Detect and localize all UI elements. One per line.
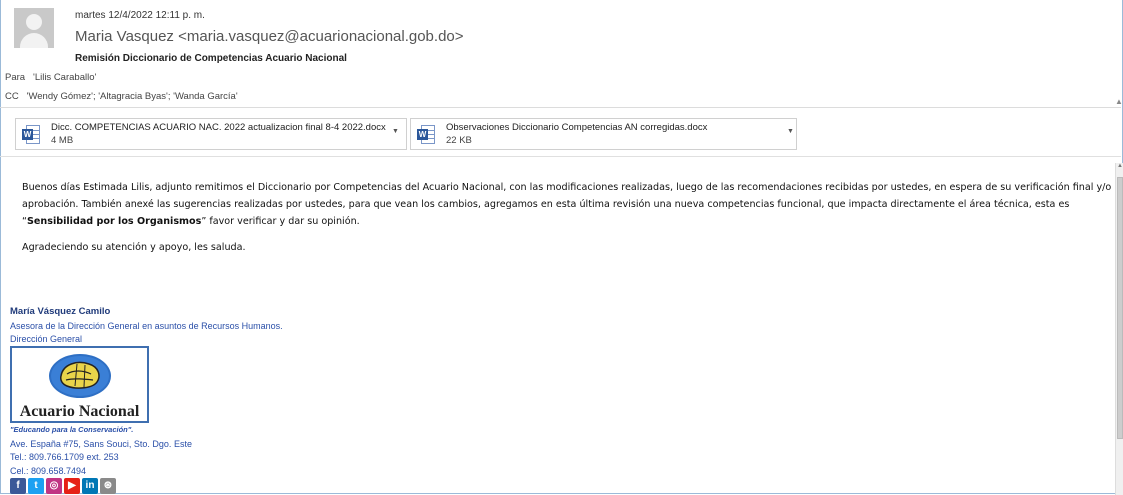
twitter-icon[interactable]: t — [28, 478, 44, 494]
signature-cell: Cel.: 809.658.7494 — [10, 466, 87, 476]
youtube-icon[interactable]: ▶ — [64, 478, 80, 494]
chevron-down-icon[interactable]: ▼ — [787, 128, 794, 135]
signature-department: Dirección General — [10, 334, 83, 344]
signature-address: Ave. España #75, Sans Souci, Sto. Dgo. E… — [10, 439, 192, 449]
instagram-icon[interactable]: ◎ — [46, 478, 62, 494]
body-scrollbar[interactable]: ▲ — [1115, 163, 1123, 495]
sender-avatar — [14, 8, 54, 48]
message-date: martes 12/4/2022 12:11 p. m. — [75, 10, 205, 21]
attachments-divider — [0, 156, 1121, 157]
attachment-size: 22 KB — [446, 135, 472, 146]
cc-row: CC 'Wendy Gómez'; 'Altagracia Byas'; 'Wa… — [5, 91, 238, 102]
cc-label: CC — [5, 91, 19, 102]
attachment-1[interactable]: W Dicc. COMPETENCIAS ACUARIO NAC. 2022 a… — [15, 118, 407, 150]
header-collapse-icon[interactable]: ▲ — [1115, 97, 1123, 106]
word-doc-icon: W — [22, 125, 40, 145]
message-body-paragraph: Buenos días Estimada Lilis, adjunto remi… — [22, 179, 1112, 230]
sender[interactable]: Maria Vasquez <maria.vasquez@acuarionaci… — [75, 28, 464, 45]
message-subject: Remisión Diccionario de Competencias Acu… — [75, 53, 347, 64]
dribbble-icon[interactable]: ⊛ — [100, 478, 116, 494]
attachment-name: Dicc. COMPETENCIAS ACUARIO NAC. 2022 act… — [51, 122, 386, 133]
signature-name: María Vásquez Camilo — [10, 306, 111, 317]
scroll-up-icon[interactable]: ▲ — [1116, 163, 1123, 173]
body-text-bold: Sensibilidad por los Organismos — [26, 216, 202, 227]
to-recipient[interactable]: 'Lilis Caraballo' — [33, 72, 96, 83]
message-closing: Agradeciendo su atención y apoyo, les sa… — [22, 242, 246, 253]
to-row: Para 'Lilis Caraballo' — [5, 72, 96, 83]
attachment-2[interactable]: W Observaciones Diccionario Competencias… — [410, 118, 797, 150]
attachment-size: 4 MB — [51, 135, 74, 146]
scrollbar-thumb[interactable] — [1117, 177, 1123, 439]
conch-logo-icon — [49, 354, 111, 398]
acuario-logo: Acuario Nacional — [10, 346, 149, 423]
header-divider — [0, 107, 1121, 108]
social-icons: f t ◎ ▶ in ⊛ — [10, 478, 116, 494]
signature-role: Asesora de la Dirección General en asunt… — [10, 321, 283, 331]
signature-phone: Tel.: 809.766.1709 ext. 253 — [10, 452, 119, 462]
word-doc-icon: W — [417, 125, 435, 145]
cc-recipients[interactable]: 'Wendy Gómez'; 'Altagracia Byas'; 'Wanda… — [27, 91, 238, 102]
signature-slogan: "Educando para la Conservación". — [10, 425, 134, 434]
avatar-body-shape — [20, 33, 48, 48]
facebook-icon[interactable]: f — [10, 478, 26, 494]
chevron-down-icon[interactable]: ▼ — [392, 128, 399, 135]
logo-text: Acuario Nacional — [19, 403, 140, 420]
attachment-name: Observaciones Diccionario Competencias A… — [446, 122, 708, 133]
linkedin-icon[interactable]: in — [82, 478, 98, 494]
body-text-part2: ” favor verificar y dar su opinión. — [201, 216, 360, 227]
avatar-head-shape — [26, 14, 42, 30]
to-label: Para — [5, 72, 26, 83]
